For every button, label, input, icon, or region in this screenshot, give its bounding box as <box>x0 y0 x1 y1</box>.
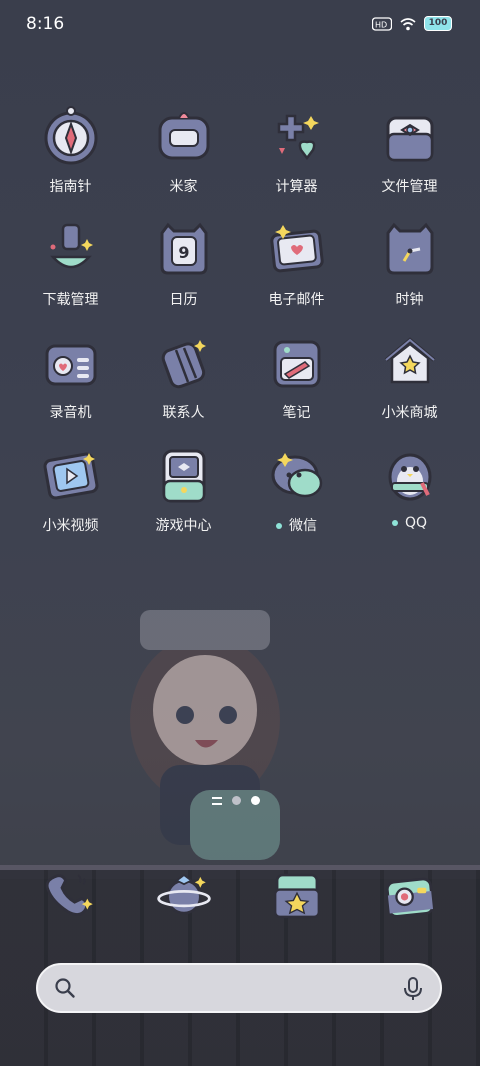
search-bar[interactable] <box>36 963 442 1013</box>
folder-icon <box>386 116 433 162</box>
wallpaper-girl-illustration <box>130 610 280 860</box>
clock-icon <box>386 222 433 275</box>
microphone-icon[interactable] <box>402 976 424 1002</box>
app-downloads[interactable]: 下载管理 <box>14 217 127 309</box>
dock-camera[interactable] <box>353 866 466 924</box>
dock <box>14 866 466 930</box>
app-label: 指南针 <box>49 179 92 195</box>
app-label: 联系人 <box>162 405 205 421</box>
app-label: 笔记 <box>282 405 311 421</box>
home-store-icon <box>384 337 435 384</box>
app-calendar[interactable]: 9 日历 <box>127 217 240 309</box>
app-label: 时钟 <box>395 292 424 308</box>
notes-icon <box>273 340 320 388</box>
status-time: 8:16 <box>26 14 65 34</box>
calculator-icon <box>277 114 319 161</box>
app-compass[interactable]: 指南针 <box>14 104 127 196</box>
dock-gallery[interactable] <box>240 866 353 924</box>
search-icon[interactable] <box>54 977 76 999</box>
calendar-day: 9 <box>178 243 189 262</box>
app-label: 电子邮件 <box>268 292 325 308</box>
app-email[interactable]: 电子邮件 <box>240 217 353 309</box>
app-notes[interactable]: 笔记 <box>240 330 353 422</box>
hd-signal-icon: HD <box>372 16 392 31</box>
new-badge-dot <box>276 523 282 529</box>
radio-icon <box>45 344 96 386</box>
app-recorder[interactable]: 录音机 <box>14 330 127 422</box>
app-label: QQ <box>404 515 428 531</box>
page-indicator-dot-active[interactable] <box>251 796 260 805</box>
new-badge-dot <box>391 520 398 526</box>
mijia-icon <box>158 112 209 160</box>
app-game-center[interactable]: 游戏中心 <box>127 443 240 535</box>
app-calculator[interactable]: 计算器 <box>240 104 353 196</box>
app-label: 小米视频 <box>42 518 99 534</box>
envelope-icon <box>269 225 324 273</box>
app-qq[interactable]: QQ <box>353 443 466 531</box>
app-label: 游戏中心 <box>155 518 212 534</box>
svg-text:HD: HD <box>375 20 387 29</box>
app-contacts[interactable]: 联系人 <box>127 330 240 422</box>
page-indicator[interactable] <box>212 796 260 805</box>
star-folder-icon <box>273 873 320 919</box>
app-label: 计算器 <box>275 179 318 195</box>
app-label: 微信 <box>289 518 317 534</box>
battery-icon: 100 <box>424 16 452 31</box>
dock-phone[interactable] <box>14 866 127 924</box>
penguin-icon <box>388 453 431 501</box>
app-clock[interactable]: 时钟 <box>353 217 466 309</box>
download-icon <box>49 223 93 269</box>
page-indicator-list[interactable] <box>212 796 222 805</box>
planet-icon <box>156 873 211 915</box>
status-bar: 8:16 HD 100 <box>0 0 480 50</box>
app-label: 录音机 <box>49 405 92 421</box>
calendar-icon: 9 <box>160 222 207 275</box>
dock-browser[interactable] <box>127 866 240 924</box>
app-label: 日历 <box>169 292 198 308</box>
wechat-chat-icon <box>271 453 322 498</box>
app-file-manager[interactable]: 文件管理 <box>353 104 466 196</box>
app-label: 文件管理 <box>381 179 438 195</box>
compass-icon <box>44 106 97 165</box>
app-label: 下载管理 <box>42 292 99 308</box>
app-mi-video[interactable]: 小米视频 <box>14 443 127 535</box>
app-wechat[interactable]: 微信 <box>240 443 353 535</box>
app-label: 米家 <box>169 179 198 195</box>
suitcase-icon <box>161 340 206 389</box>
app-mi-store[interactable]: 小米商城 <box>353 330 466 422</box>
wifi-icon <box>400 17 416 30</box>
camera-icon <box>385 877 434 918</box>
phone-icon <box>45 874 93 916</box>
app-label: 小米商城 <box>381 405 438 421</box>
page-indicator-dot[interactable] <box>232 796 241 805</box>
gamepad-icon <box>162 449 205 503</box>
app-mijia[interactable]: 米家 <box>127 104 240 196</box>
film-icon <box>43 452 98 500</box>
